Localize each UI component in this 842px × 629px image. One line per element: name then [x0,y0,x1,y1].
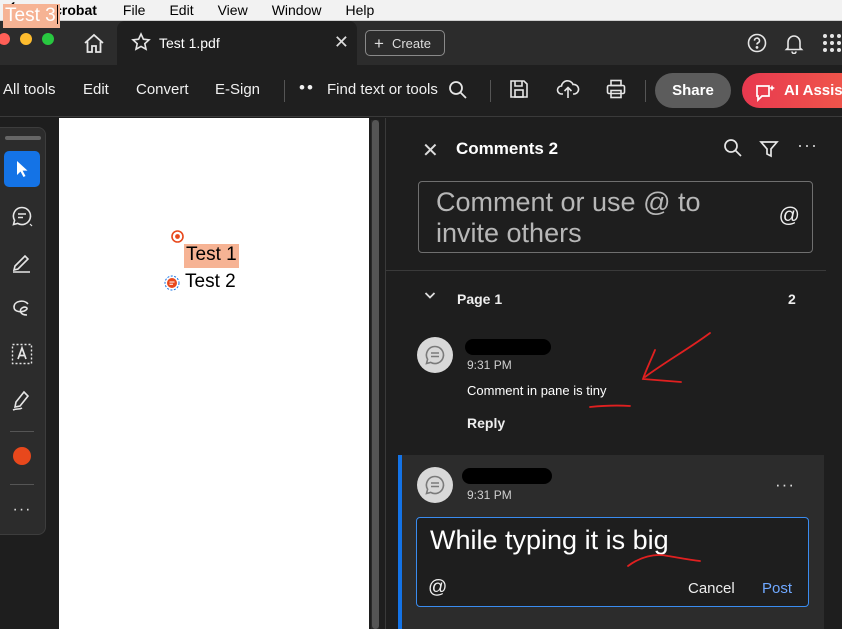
redacted-username [465,339,551,355]
highlight-tool-button[interactable] [4,244,40,280]
bell-icon[interactable] [783,32,805,59]
comment-card-editing: 9:31 PM ··· While typing it is big @ Can… [398,455,824,629]
ai-assistant-label: AI Assist [784,82,842,99]
page-comment-count: 2 [788,291,796,307]
convert-button[interactable]: Convert [136,81,189,98]
color-swatch [13,447,31,465]
ai-assistant-icon [754,81,776,116]
find-tools-button[interactable]: Find text or tools [327,81,438,98]
quick-tools-rail: ··· [0,127,46,535]
color-picker-button[interactable] [4,438,40,474]
comments-panel: ✕ Comments 2 ··· Comment or use @ to inv… [385,118,842,629]
rail-divider [10,484,34,485]
create-button[interactable]: + Create [365,30,445,56]
home-icon[interactable] [82,32,106,56]
comment-avatar-icon [425,345,445,365]
panel-divider [386,270,826,271]
tab-bar: Test 1.pdf ✕ + Create [0,21,842,65]
esign-button[interactable]: E-Sign [215,81,260,98]
active-indicator [398,455,402,629]
edit-comment-input[interactable]: While typing it is big @ Cancel Post [416,517,809,607]
edit-comment-text: While typing it is big [430,525,669,555]
select-tool-button[interactable] [4,151,40,187]
create-label: Create [391,35,431,51]
edit-button[interactable]: Edit [83,81,109,98]
menu-window[interactable]: Window [272,2,322,18]
reply-button[interactable]: Reply [467,415,505,431]
comment-avatar-icon [425,475,445,495]
close-panel-icon[interactable]: ✕ [422,138,439,163]
comment-text: Comment in pane is tiny [467,383,607,398]
cancel-button[interactable]: Cancel [688,580,735,597]
more-options-icon[interactable]: ··· [775,475,795,495]
text-box-icon [11,343,33,365]
menu-edit[interactable]: Edit [169,2,193,18]
all-tools-button[interactable]: All tools [3,81,56,98]
plus-icon: + [374,33,384,53]
pen-highlight-icon [12,254,30,273]
avatar [417,337,453,373]
apps-grid-icon[interactable] [822,33,842,58]
pdf-text-line-2[interactable]: Test 2 [184,271,237,293]
pdf-text-line-3: Test 3 [5,5,56,26]
post-button[interactable]: Post [762,580,792,597]
search-icon[interactable] [447,79,469,106]
zoom-window-icon[interactable] [42,33,54,45]
menu-view[interactable]: View [218,2,248,18]
print-icon[interactable] [605,78,627,105]
menu-help[interactable]: Help [345,2,374,18]
close-tab-icon[interactable]: ✕ [334,32,349,53]
document-scrollbar[interactable] [371,120,379,629]
more-dots-icon[interactable]: •• [299,78,315,98]
comment-marker-selected-icon[interactable] [164,275,180,291]
rail-grip[interactable] [5,136,41,140]
redacted-username [462,468,552,484]
sign-tool-button[interactable] [4,382,40,418]
share-button[interactable]: Share [655,73,731,108]
signature-pen-icon [12,390,30,411]
comment-timestamp: 9:31 PM [467,358,512,372]
close-window-icon[interactable] [0,33,10,45]
mention-icon[interactable]: @ [428,577,447,599]
tab-title: Test 1.pdf [159,35,220,51]
chevron-down-icon[interactable] [423,288,437,307]
star-icon[interactable] [131,32,151,57]
menu-file[interactable]: File [123,2,146,18]
freehand-draw-icon [13,300,29,316]
draw-tool-button[interactable] [4,290,40,326]
cursor-arrow-icon [17,161,28,177]
toolbar-divider [645,80,646,102]
filter-icon[interactable] [759,139,779,164]
text-box-tool-button[interactable] [4,336,40,372]
toolbar-divider [490,80,491,102]
search-comments-icon[interactable] [723,138,743,163]
comment-bubble-icon [12,206,33,227]
upload-cloud-icon[interactable] [556,78,580,105]
comment-timestamp: 9:31 PM [467,488,512,502]
rail-divider [10,431,34,432]
help-icon[interactable] [746,32,768,59]
menu-bar: Acrobat File Edit View Window Help [0,0,842,21]
add-comment-tool-button[interactable] [4,198,40,234]
text-caret [56,5,58,24]
panel-title: Comments 2 [456,139,559,158]
new-comment-input[interactable]: Comment or use @ to invite others @ [418,181,813,253]
pdf-text-line-1[interactable]: Test 1 [184,244,239,268]
comment-marker-icon[interactable] [171,230,184,243]
more-tools-button[interactable]: ··· [4,492,40,528]
save-icon[interactable] [508,78,530,105]
comment-input-placeholder: Comment or use @ to invite others [436,187,701,248]
minimize-window-icon[interactable] [20,33,32,45]
pdf-page[interactable] [59,118,369,629]
page-group-label[interactable]: Page 1 [457,291,502,307]
avatar [417,467,453,503]
main-toolbar: All tools Edit Convert E-Sign •• Find te… [0,65,842,117]
mention-icon[interactable]: @ [779,204,800,228]
more-options-icon[interactable]: ··· [797,135,818,156]
scrollbar-thumb[interactable] [372,120,379,629]
tab-document[interactable]: Test 1.pdf ✕ [117,21,357,65]
toolbar-divider [284,80,285,102]
ai-assistant-button[interactable]: AI Assist [742,73,842,108]
